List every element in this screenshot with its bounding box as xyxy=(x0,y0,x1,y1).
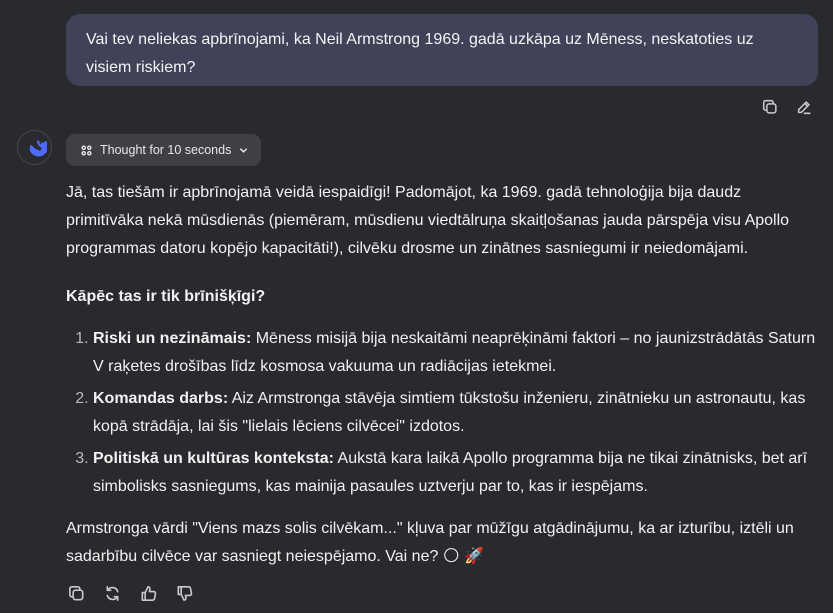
copy-icon[interactable] xyxy=(760,97,780,117)
user-message-actions xyxy=(760,97,814,117)
user-message-bubble: Vai tev neliekas apbrīnojami, ka Neil Ar… xyxy=(66,14,818,86)
whale-logo-icon xyxy=(29,139,47,157)
assistant-answer: Jā, tas tiešām ir apbrīnojamā veidā iesp… xyxy=(66,179,818,571)
list-item-title: Politiskā un kultūras konteksta: xyxy=(93,450,334,467)
list-item: Komandas darbs: Aiz Armstronga stāvēja s… xyxy=(93,385,818,441)
chevron-down-icon xyxy=(240,147,248,153)
answer-actions xyxy=(66,583,194,603)
thumbs-up-icon[interactable] xyxy=(138,583,158,603)
chat-page: Vai tev neliekas apbrīnojami, ka Neil Ar… xyxy=(0,0,833,613)
list-item: Politiskā un kultūras konteksta: Aukstā … xyxy=(93,445,818,501)
edit-icon[interactable] xyxy=(794,97,814,117)
regenerate-icon[interactable] xyxy=(102,583,122,603)
assistant-avatar xyxy=(17,130,52,165)
atom-icon xyxy=(81,144,92,156)
list-item-title: Riski un nezināmais: xyxy=(93,330,252,347)
copy-icon[interactable] xyxy=(66,583,86,603)
thought-toggle-button[interactable]: Thought for 10 seconds xyxy=(66,134,262,166)
thumbs-down-icon[interactable] xyxy=(174,583,194,603)
reasons-list: Riski un nezināmais: Mēness misijā bija … xyxy=(66,325,818,501)
answer-intro: Jā, tas tiešām ir apbrīnojamā veidā iesp… xyxy=(66,184,790,257)
answer-heading: Kāpēc tas ir tik brīnišķīgi? xyxy=(66,288,266,305)
answer-outro: Armstronga vārdi "Viens mazs solis cilvē… xyxy=(66,520,794,565)
list-item: Riski un nezināmais: Mēness misijā bija … xyxy=(93,325,818,381)
thought-label: Thought for 10 seconds xyxy=(100,143,232,157)
list-item-title: Komandas darbs: xyxy=(93,390,229,407)
